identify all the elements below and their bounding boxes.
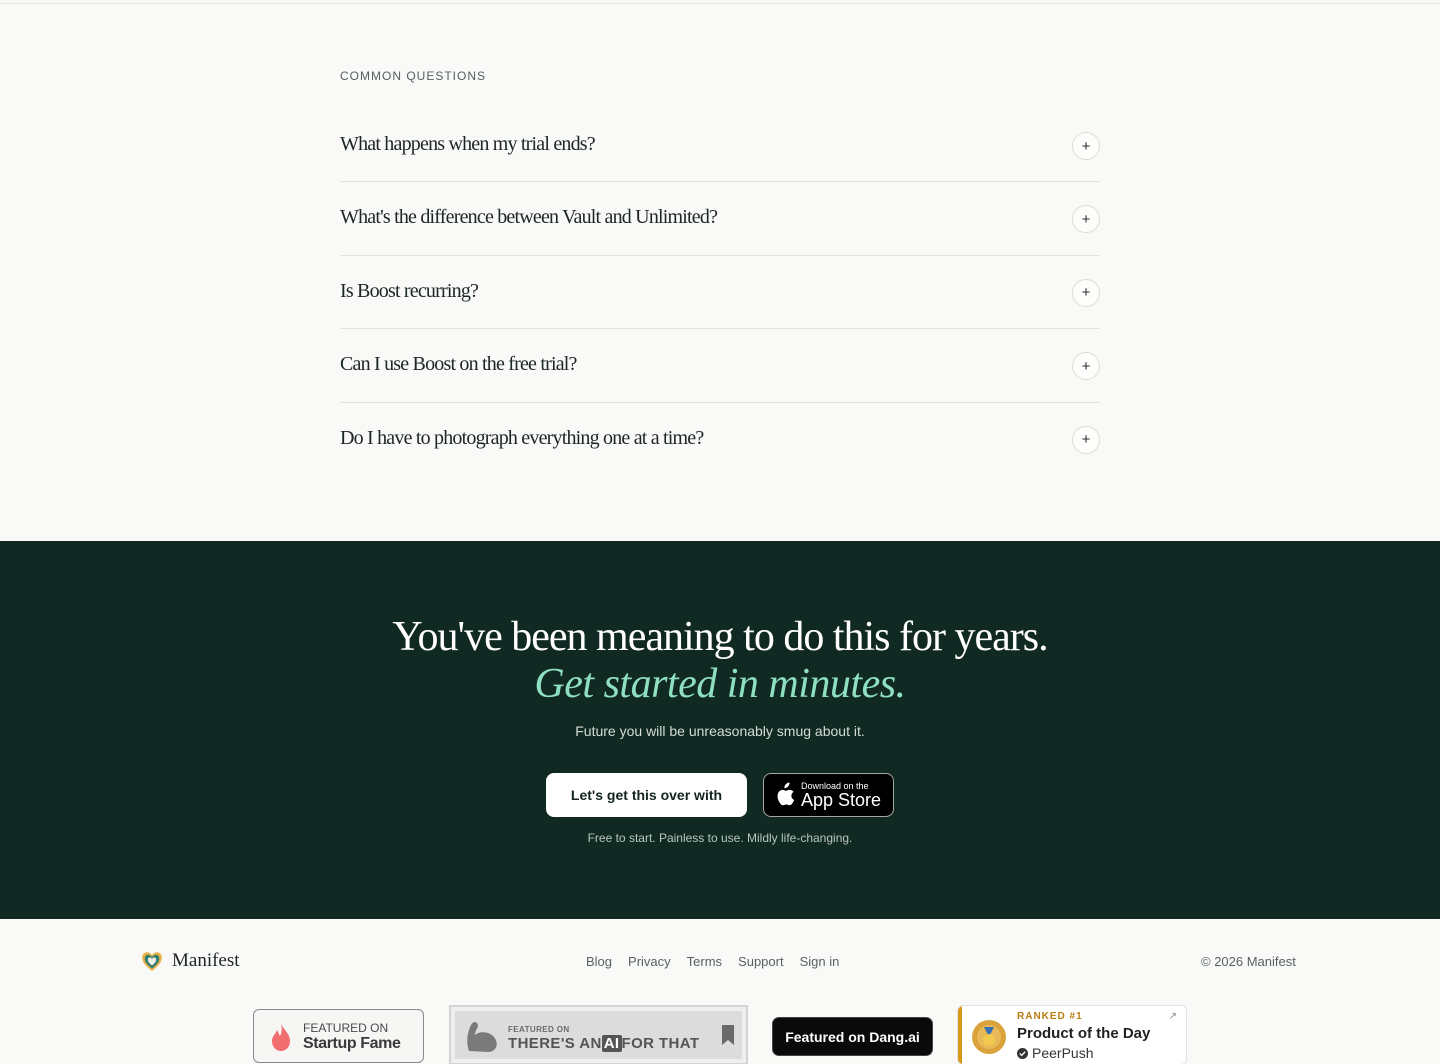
peerpush-rank: RANKED #1 [1017,1011,1083,1022]
cta-headline-accent: Get started in minutes. [534,661,906,707]
startup-fame-top: FEATURED ON [303,1021,389,1035]
footer: Manifest Blog Privacy Terms Support Sign… [0,919,1440,1064]
cta-section: You've been meaning to do this for years… [0,541,1440,919]
aitf-small: FEATURED ON [508,1025,570,1034]
peerpush-source: PeerPush [1017,1045,1093,1061]
cta-headline: You've been meaning to do this for years… [392,614,1048,660]
aitf-big: THERE'S AN AI FOR THAT [508,1035,699,1052]
dang-ai-badge[interactable]: Featured on Dang.ai [772,1017,933,1056]
cta-subtext: Future you will be unreasonably smug abo… [575,723,865,739]
bookmark-icon [722,1025,734,1045]
copyright: © 2026 Manifest [1201,954,1296,969]
brand-name: Manifest [172,950,240,971]
faq-list: What happens when my trial ends? + What'… [340,109,1100,476]
plus-icon[interactable]: + [1072,205,1100,234]
faq-item[interactable]: Is Boost recurring? + [340,256,1100,330]
top-divider [0,3,1440,4]
peerpush-accent-bar [958,1006,962,1064]
footer-link-sign-in[interactable]: Sign in [800,954,840,969]
flame-icon [272,1023,290,1051]
theres-an-ai-for-that-badge[interactable]: FEATURED ON THERE'S AN AI FOR THAT [449,1005,748,1064]
faq-question: Is Boost recurring? [340,279,479,302]
plus-icon[interactable]: + [1072,132,1100,160]
cta-note: Free to start. Painless to use. Mildly l… [587,831,853,845]
aitf-big-before: THERE'S AN [508,1035,602,1052]
faq-item[interactable]: Can I use Boost on the free trial? + [340,329,1100,403]
medal-icon [972,1020,1006,1054]
aitf-big-box: AI [601,1035,622,1052]
flexed-arm-icon [467,1022,497,1052]
apple-icon [777,782,795,806]
app-store-big-text: App Store [801,789,882,810]
faq-question: What happens when my trial ends? [340,133,596,155]
brand-link[interactable]: Manifest [140,949,240,973]
faq-item[interactable]: Do I have to photograph everything one a… [340,403,1100,476]
verified-check-icon [1017,1047,1028,1059]
peerpush-source-name: PeerPush [1032,1045,1094,1061]
plus-icon[interactable]: + [1072,352,1100,381]
external-link-icon: ↗ [1168,1011,1177,1022]
footer-nav: Blog Privacy Terms Support Sign in [586,954,839,969]
plus-icon[interactable]: + [1072,425,1100,454]
faq-item[interactable]: What happens when my trial ends? + [340,109,1100,183]
get-started-button[interactable]: Let's get this over with [546,773,747,817]
faq-question: Do I have to photograph everything one a… [340,426,704,449]
footer-link-terms[interactable]: Terms [687,954,722,969]
faq-kicker: COMMON QUESTIONS [340,69,487,83]
startup-fame-name: Startup Fame [303,1035,401,1052]
startup-fame-badge[interactable]: FEATURED ON Startup Fame [253,1009,424,1063]
peerpush-title: Product of the Day [1017,1025,1151,1042]
manifest-logo-icon [142,952,162,971]
footer-link-support[interactable]: Support [738,954,784,969]
app-store-small-text: Download on the [801,780,869,791]
plus-icon[interactable]: + [1072,278,1100,307]
app-store-button[interactable]: Download on the App Store [763,773,894,817]
aitf-big-after: FOR THAT [621,1035,700,1052]
peerpush-badge[interactable]: RANKED #1 Product of the Day PeerPush ↗ [957,1005,1187,1064]
faq-question: What's the difference between Vault and … [340,206,718,229]
footer-link-blog[interactable]: Blog [586,954,612,969]
footer-link-privacy[interactable]: Privacy [628,954,671,969]
faq-question: Can I use Boost on the free trial? [340,353,577,376]
faq-item[interactable]: What's the difference between Vault and … [340,182,1100,256]
